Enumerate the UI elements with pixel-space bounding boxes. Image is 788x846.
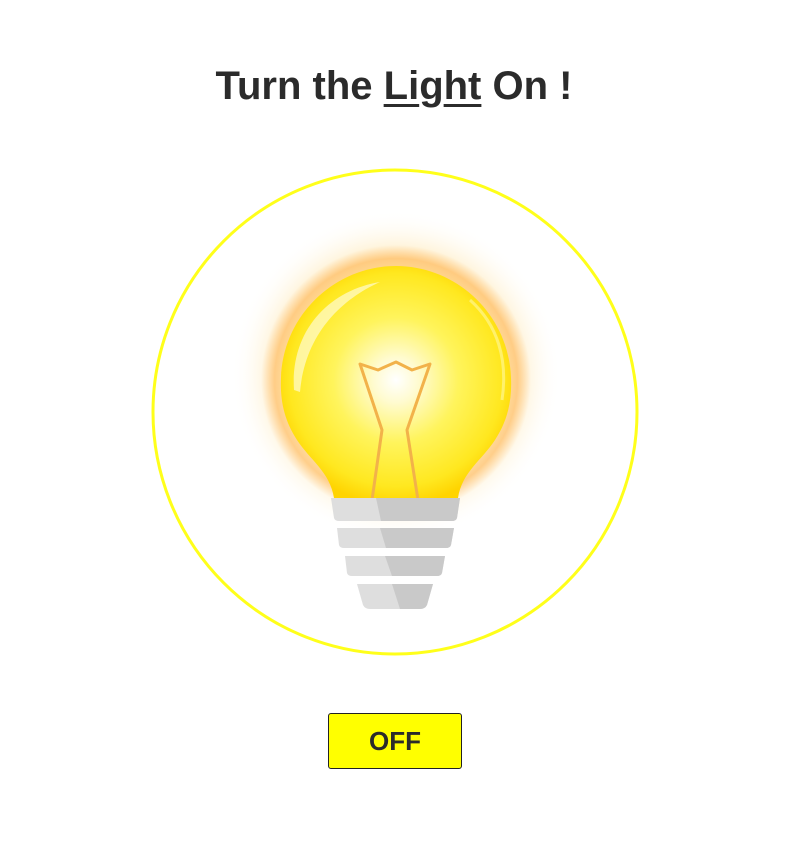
lightbulb-icon xyxy=(151,168,639,656)
bulb-base xyxy=(331,498,460,609)
toggle-light-button[interactable]: OFF xyxy=(328,713,462,769)
